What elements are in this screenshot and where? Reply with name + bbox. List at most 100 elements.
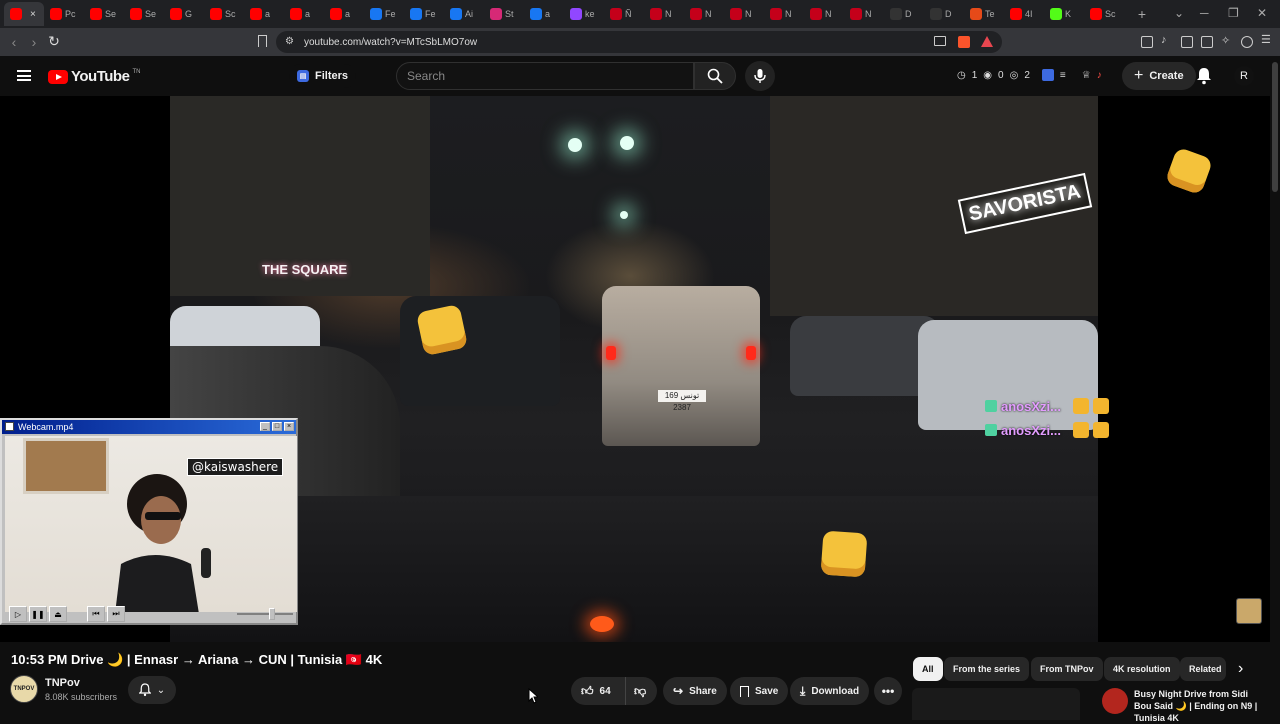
minimize-icon[interactable]: ─ — [1200, 6, 1209, 20]
browser-tab[interactable]: N — [844, 2, 884, 26]
volume-knob[interactable] — [269, 608, 275, 620]
browser-tab[interactable]: ke — [564, 2, 604, 26]
webcam-window[interactable]: Webcam.mp4 _ □ × @kaiswashere ▷ ❚❚ ⏏ ⏮ ⏭ — [0, 418, 298, 625]
previous-icon[interactable]: ⏮ — [87, 606, 105, 622]
youtube-logo[interactable]: YouTube TN — [48, 68, 140, 85]
download-button[interactable]: ⤓ Download — [790, 677, 870, 705]
webcam-titlebar[interactable]: Webcam.mp4 _ □ × — [2, 420, 296, 434]
browser-tab[interactable]: K — [1044, 2, 1084, 26]
chip-all[interactable]: All — [913, 657, 943, 681]
back-icon[interactable]: ‹ — [4, 34, 24, 50]
browser-tab[interactable]: a — [324, 2, 364, 26]
browser-tab[interactable]: Pc — [44, 2, 84, 26]
extension-badge-icon[interactable] — [1041, 69, 1054, 81]
browser-tab[interactable]: N — [804, 2, 844, 26]
browser-tab[interactable]: Sc — [204, 2, 244, 26]
browser-tab[interactable]: N — [644, 2, 684, 26]
browser-tab[interactable]: St — [484, 2, 524, 26]
forward-icon[interactable]: › — [24, 34, 44, 50]
filter-extension-icon: ▤ — [297, 70, 309, 82]
channel-watermark[interactable] — [1236, 598, 1262, 624]
browser-tab[interactable]: Se — [124, 2, 164, 26]
tab-search-icon[interactable]: ⌄ — [1174, 6, 1184, 20]
browser-tab[interactable]: Sc — [1084, 2, 1124, 26]
dislike-button[interactable]: 👎︎ — [625, 677, 657, 705]
vpn-icon[interactable] — [1241, 36, 1253, 48]
channel-avatar[interactable]: TNPOV — [10, 675, 38, 703]
guide-menu-icon[interactable] — [17, 70, 31, 81]
browser-tab[interactable]: Te — [964, 2, 1004, 26]
browser-tab[interactable]: a — [284, 2, 324, 26]
search-button[interactable] — [694, 62, 736, 90]
leo-ai-icon[interactable]: ✧ — [1221, 34, 1233, 47]
eject-icon[interactable]: ⏏ — [49, 606, 67, 622]
list-icon[interactable]: ≡ — [1060, 70, 1066, 81]
reload-icon[interactable]: ↻ — [44, 33, 64, 50]
more-actions-button[interactable]: ••• — [874, 677, 902, 705]
brave-rewards-icon[interactable] — [981, 36, 993, 47]
new-tab-button[interactable]: + — [1132, 6, 1152, 22]
notifications-bell-icon[interactable] — [1196, 67, 1212, 85]
cast-icon[interactable] — [934, 36, 946, 46]
voice-search-button[interactable] — [745, 61, 775, 91]
site-info-icon[interactable]: ⚙ — [285, 36, 294, 47]
browser-tab[interactable]: a — [244, 2, 284, 26]
url-field[interactable]: ⚙ youtube.com/watch?v=MTcSbLMO7ow — [276, 31, 1002, 53]
browser-tab[interactable]: Ai — [444, 2, 484, 26]
search-box[interactable] — [396, 62, 694, 90]
browser-tab[interactable]: a — [524, 2, 564, 26]
related-video-thumbnail[interactable] — [912, 688, 1080, 720]
notification-mute-icon[interactable]: ♪ — [1097, 70, 1102, 81]
tab-title: Sc — [225, 9, 236, 19]
brave-shields-icon[interactable] — [958, 36, 970, 48]
account-avatar[interactable]: R — [1234, 66, 1254, 86]
browser-tab[interactable]: Fe — [404, 2, 444, 26]
create-button[interactable]: + Create — [1122, 62, 1196, 90]
page-scrollbar[interactable] — [1270, 56, 1280, 720]
save-button[interactable]: Save — [730, 677, 789, 705]
chevron-right-icon[interactable]: › — [1238, 660, 1243, 678]
browser-tab[interactable]: G — [164, 2, 204, 26]
browser-tab[interactable]: Ñ — [604, 2, 644, 26]
maximize-icon[interactable]: □ — [272, 422, 282, 431]
bookmark-icon[interactable] — [258, 35, 267, 47]
chip-related[interactable]: Related — [1180, 657, 1226, 681]
restore-icon[interactable]: ❐ — [1228, 6, 1239, 20]
filters-button[interactable]: ▤ Filters — [289, 64, 357, 88]
extensions-icon[interactable] — [1141, 36, 1153, 48]
browser-tab[interactable]: N — [724, 2, 764, 26]
like-button[interactable]: 👍︎ 64 — [571, 677, 625, 705]
chip-from-series[interactable]: From the series — [944, 657, 1030, 681]
menu-icon[interactable]: ☰ — [1261, 33, 1273, 46]
channel-name[interactable]: TNPov — [45, 677, 80, 689]
wallet-icon[interactable] — [1201, 36, 1213, 48]
volume-slider[interactable] — [237, 608, 293, 620]
browser-tab[interactable]: N — [764, 2, 804, 26]
play-icon[interactable]: ▷ — [9, 606, 27, 622]
close-window-icon[interactable]: ✕ — [1257, 6, 1267, 20]
chip-from-channel[interactable]: From TNPov — [1031, 657, 1103, 681]
sidebar-icon[interactable] — [1181, 36, 1193, 48]
search-input[interactable] — [407, 69, 693, 83]
media-icon[interactable]: ♪ — [1161, 34, 1173, 46]
close-tab-icon[interactable]: × — [30, 9, 36, 20]
browser-tab[interactable]: D — [924, 2, 964, 26]
browser-tab[interactable]: Se — [84, 2, 124, 26]
tab-title: Se — [145, 9, 157, 19]
browser-tab[interactable]: 4I — [1004, 2, 1044, 26]
trophy-icon[interactable]: ♕ — [1082, 70, 1091, 81]
subscription-bell-button[interactable]: ⌄ — [128, 676, 176, 704]
minimize-icon[interactable]: _ — [260, 422, 270, 431]
close-icon[interactable]: × — [284, 422, 294, 431]
pause-icon[interactable]: ❚❚ — [29, 606, 47, 622]
browser-tab[interactable]: Fe — [364, 2, 404, 26]
share-button[interactable]: ↪ Share — [663, 677, 727, 705]
scrollbar-thumb[interactable] — [1272, 62, 1278, 192]
next-icon[interactable]: ⏭ — [107, 606, 125, 622]
related-channel-avatar[interactable] — [1102, 688, 1128, 714]
related-video-title[interactable]: Busy Night Drive from Sidi Bou Said 🌙 | … — [1134, 688, 1264, 724]
browser-tab[interactable]: N — [684, 2, 724, 26]
browser-tab[interactable]: D — [884, 2, 924, 26]
browser-tab[interactable]: × — [4, 2, 44, 26]
chip-4k[interactable]: 4K resolution — [1104, 657, 1180, 681]
